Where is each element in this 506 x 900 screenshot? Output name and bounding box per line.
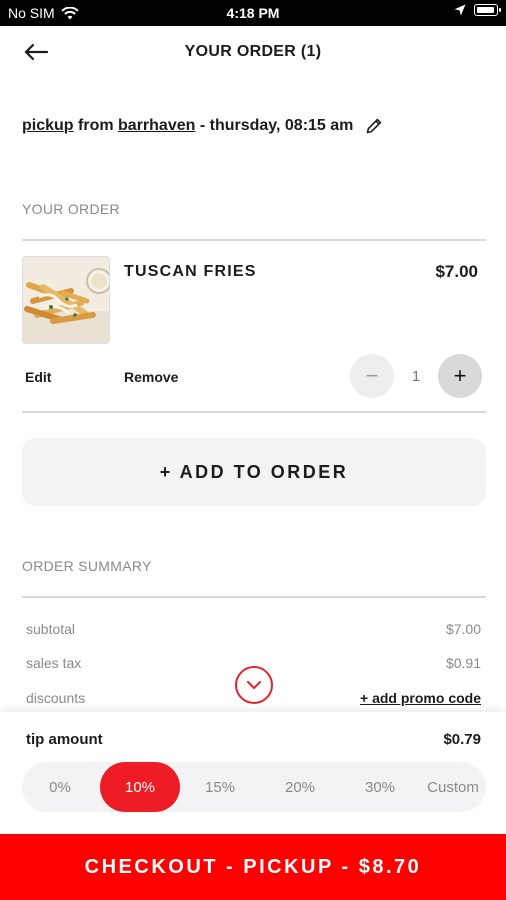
tip-panel: tip amount $0.79 0% 10% 15% 20% 30% Cust… <box>0 712 506 834</box>
minus-icon: − <box>365 363 379 388</box>
tip-selector: 0% 10% 15% 20% 30% Custom <box>22 762 486 812</box>
order-summary-section-label: ORDER SUMMARY <box>22 558 152 574</box>
quantity-value: 1 <box>411 368 421 385</box>
your-order-section-label: YOUR ORDER <box>22 201 120 217</box>
tip-option-custom[interactable]: Custom <box>420 762 486 812</box>
location-arrow-icon <box>454 4 466 16</box>
status-indicators <box>454 4 501 16</box>
tip-option-30[interactable]: 30% <box>340 762 420 812</box>
summary-label: subtotal <box>26 621 76 637</box>
item-image-tuscan-fries[interactable] <box>22 256 110 344</box>
item-price: $7.00 <box>435 262 478 281</box>
divider <box>22 596 486 598</box>
summary-value: $7.00 <box>445 621 481 637</box>
increase-quantity-button[interactable]: + <box>438 354 482 398</box>
add-promo-code-link[interactable]: + add promo code <box>360 690 481 706</box>
pickup-schedule: - thursday, 08:15 am <box>199 117 354 134</box>
header: YOUR ORDER (1) <box>0 26 506 78</box>
item-name: TUSCAN FRIES <box>124 263 257 280</box>
summary-value: $0.91 <box>445 655 481 671</box>
chevron-down-icon <box>247 681 261 689</box>
tip-label: tip amount <box>26 731 103 748</box>
tip-option-15[interactable]: 15% <box>180 762 260 812</box>
remove-item-button[interactable]: Remove <box>124 369 178 385</box>
plus-icon: + <box>453 363 467 388</box>
tip-option-10[interactable]: 10% <box>100 762 180 812</box>
summary-row-subtotal: subtotal $7.00 <box>26 621 481 637</box>
summary-label: sales tax <box>26 655 82 671</box>
pencil-icon[interactable] <box>365 117 383 135</box>
pickup-location-link[interactable]: barrhaven <box>118 117 195 135</box>
page-title: YOUR ORDER (1) <box>184 43 322 60</box>
decrease-quantity-button[interactable]: − <box>350 354 394 398</box>
status-time: 4:18 PM <box>226 5 280 21</box>
checkout-button[interactable]: CHECKOUT - PICKUP - $8.70 <box>0 834 506 900</box>
divider <box>22 239 486 241</box>
tip-value: $0.79 <box>443 731 481 748</box>
expand-summary-button[interactable] <box>235 666 273 704</box>
battery-icon <box>474 4 501 16</box>
summary-label: discounts <box>26 690 86 706</box>
add-to-order-button[interactable]: + ADD TO ORDER <box>22 438 486 506</box>
pickup-mode-link[interactable]: pickup <box>22 117 74 135</box>
tip-option-0[interactable]: 0% <box>22 762 98 812</box>
pickup-from-text: from <box>78 117 114 134</box>
fries-image <box>23 257 109 343</box>
pickup-details: pickup from barrhaven - thursday, 08:15 … <box>22 117 383 135</box>
tip-option-20[interactable]: 20% <box>260 762 340 812</box>
divider <box>22 411 486 413</box>
edit-item-button[interactable]: Edit <box>25 369 51 385</box>
status-bar: No SIM 4:18 PM <box>0 0 506 26</box>
